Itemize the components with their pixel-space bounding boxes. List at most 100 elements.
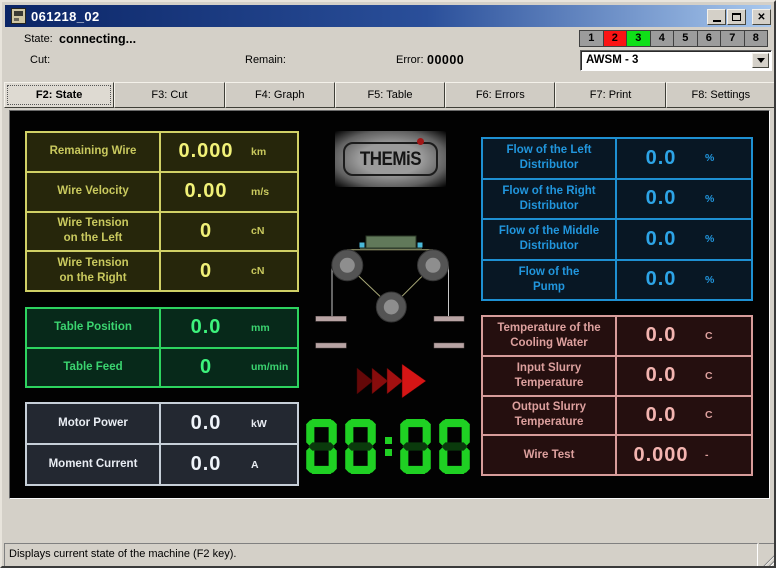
metric-label: Wire Tension on the Left (27, 213, 161, 251)
tab-state[interactable]: F2: State (4, 82, 114, 108)
app-window: 061218_02 ✕ State: connecting... Cut: Re… (0, 0, 776, 568)
table-metrics-group: Table Position 0.0mm Table Feed 0um/min (25, 307, 299, 388)
metric-value: 0.0 (617, 268, 705, 291)
machine-slot-1[interactable]: 1 (580, 31, 603, 46)
machine-slot-8[interactable]: 8 (744, 31, 768, 46)
metric-value: 0.0 (161, 453, 251, 476)
metric-row: Wire Velocity 0.00m/s (27, 171, 297, 211)
tab-errors[interactable]: F6: Errors (445, 82, 555, 108)
clock-digit (345, 419, 376, 474)
left-guide-bar (316, 316, 347, 321)
metric-value: 0.0 (617, 324, 705, 347)
machine-select-value: AWSM - 3 (586, 54, 638, 66)
logo-text: THEMiS (360, 148, 421, 171)
workpiece-block (366, 236, 416, 248)
metric-unit: km (251, 146, 297, 158)
metric-value: 0.0 (617, 404, 705, 427)
tab-settings[interactable]: F8: Settings (666, 82, 776, 108)
metric-label: Wire Test (483, 436, 617, 474)
metric-unit: cN (251, 265, 297, 277)
metric-label: Motor Power (27, 404, 161, 443)
metric-unit: kW (251, 418, 297, 430)
cut-time-clock (306, 419, 478, 475)
machine-slot-6[interactable]: 6 (697, 31, 721, 46)
resize-grip[interactable] (762, 553, 775, 566)
metric-value: 0 (161, 220, 251, 243)
machine-slot-7[interactable]: 7 (720, 31, 744, 46)
state-label: State: (24, 33, 53, 45)
metric-row: Remaining Wire 0.000km (27, 133, 297, 171)
metric-label: Flow of the Right Distributor (483, 180, 617, 219)
maximize-button[interactable] (727, 9, 746, 25)
metric-value: 0.00 (161, 180, 251, 203)
state-panel: Remaining Wire 0.000km Wire Velocity 0.0… (9, 110, 770, 499)
right-guide-bar (434, 316, 464, 321)
metric-row: Input Slurry Temperature 0.0C (483, 355, 751, 395)
metric-unit: m/s (251, 186, 297, 198)
metric-value: 0.0 (617, 364, 705, 387)
machine-slot-indicators: 12345678 (579, 30, 768, 47)
metric-row: Flow of the Middle Distributor 0.0% (483, 218, 751, 259)
metric-row: Flow of the Left Distributor 0.0% (483, 139, 751, 178)
motor-metrics-group: Motor Power 0.0kW Moment Current 0.0A (25, 402, 299, 486)
left-clamp (360, 243, 365, 248)
app-icon (11, 8, 26, 24)
metric-value: 0.0 (617, 147, 705, 170)
title-bar[interactable]: 061218_02 (5, 5, 771, 27)
metric-row: Moment Current 0.0A (27, 443, 297, 484)
metric-label: Wire Velocity (27, 173, 161, 211)
dropdown-button[interactable] (752, 53, 769, 68)
metric-value: 0.000 (161, 140, 251, 163)
metric-label: Table Feed (27, 349, 161, 387)
machine-slot-5[interactable]: 5 (673, 31, 697, 46)
metric-value: 0 (161, 260, 251, 283)
metric-value: 0.000 (617, 444, 705, 467)
right-guide-bar (434, 343, 464, 348)
metric-label: Wire Tension on the Right (27, 252, 161, 290)
metric-unit: cN (251, 225, 297, 237)
metric-unit: C (705, 409, 751, 421)
tab-graph[interactable]: F4: Graph (225, 82, 335, 108)
temperature-metrics-group: Temperature of the Cooling Water 0.0C In… (481, 315, 753, 476)
metric-label: Flow of the Middle Distributor (483, 220, 617, 259)
metric-unit: A (251, 459, 297, 471)
tab-cut[interactable]: F3: Cut (114, 82, 224, 108)
close-button[interactable]: ✕ (752, 9, 771, 25)
flow-metrics-group: Flow of the Left Distributor 0.0% Flow o… (481, 137, 753, 301)
state-value: connecting... (59, 32, 136, 46)
machine-select[interactable]: AWSM - 3 (580, 50, 772, 71)
metric-value: 0.0 (617, 228, 705, 251)
status-bar: Displays current state of the machine (F… (4, 543, 758, 567)
machine-slot-2[interactable]: 2 (603, 31, 627, 46)
logo-frame: THEMiS (343, 142, 438, 176)
metric-unit: % (705, 152, 751, 164)
minimize-button[interactable] (707, 9, 726, 25)
machine-diagram (308, 231, 473, 356)
metric-unit: % (705, 193, 751, 205)
machine-slot-4[interactable]: 4 (650, 31, 674, 46)
left-guide-bar (316, 343, 347, 348)
logo-dot-icon (417, 138, 424, 145)
maximize-icon (732, 13, 741, 21)
metric-row: Table Feed 0um/min (27, 347, 297, 387)
cut-label: Cut: (30, 54, 50, 66)
metric-value: 0.0 (161, 412, 251, 435)
metric-value: 0.0 (617, 187, 705, 210)
tab-print[interactable]: F7: Print (555, 82, 665, 108)
clock-digit (306, 419, 337, 474)
metric-unit: C (705, 370, 751, 382)
metric-row: Output Slurry Temperature 0.0C (483, 395, 751, 435)
error-value: 00000 (427, 53, 464, 67)
window-title: 061218_02 (31, 9, 100, 24)
metric-unit: mm (251, 322, 297, 334)
metric-label: Input Slurry Temperature (483, 357, 617, 395)
metric-unit: um/min (251, 361, 297, 373)
metric-label: Remaining Wire (27, 133, 161, 171)
machine-slot-3[interactable]: 3 (626, 31, 650, 46)
tab-table[interactable]: F5: Table (335, 82, 445, 108)
metric-row: Temperature of the Cooling Water 0.0C (483, 317, 751, 355)
metric-row: Table Position 0.0mm (27, 309, 297, 347)
metric-row: Wire Tension on the Right 0cN (27, 250, 297, 290)
close-icon: ✕ (757, 12, 765, 23)
metric-unit: C (705, 330, 751, 342)
